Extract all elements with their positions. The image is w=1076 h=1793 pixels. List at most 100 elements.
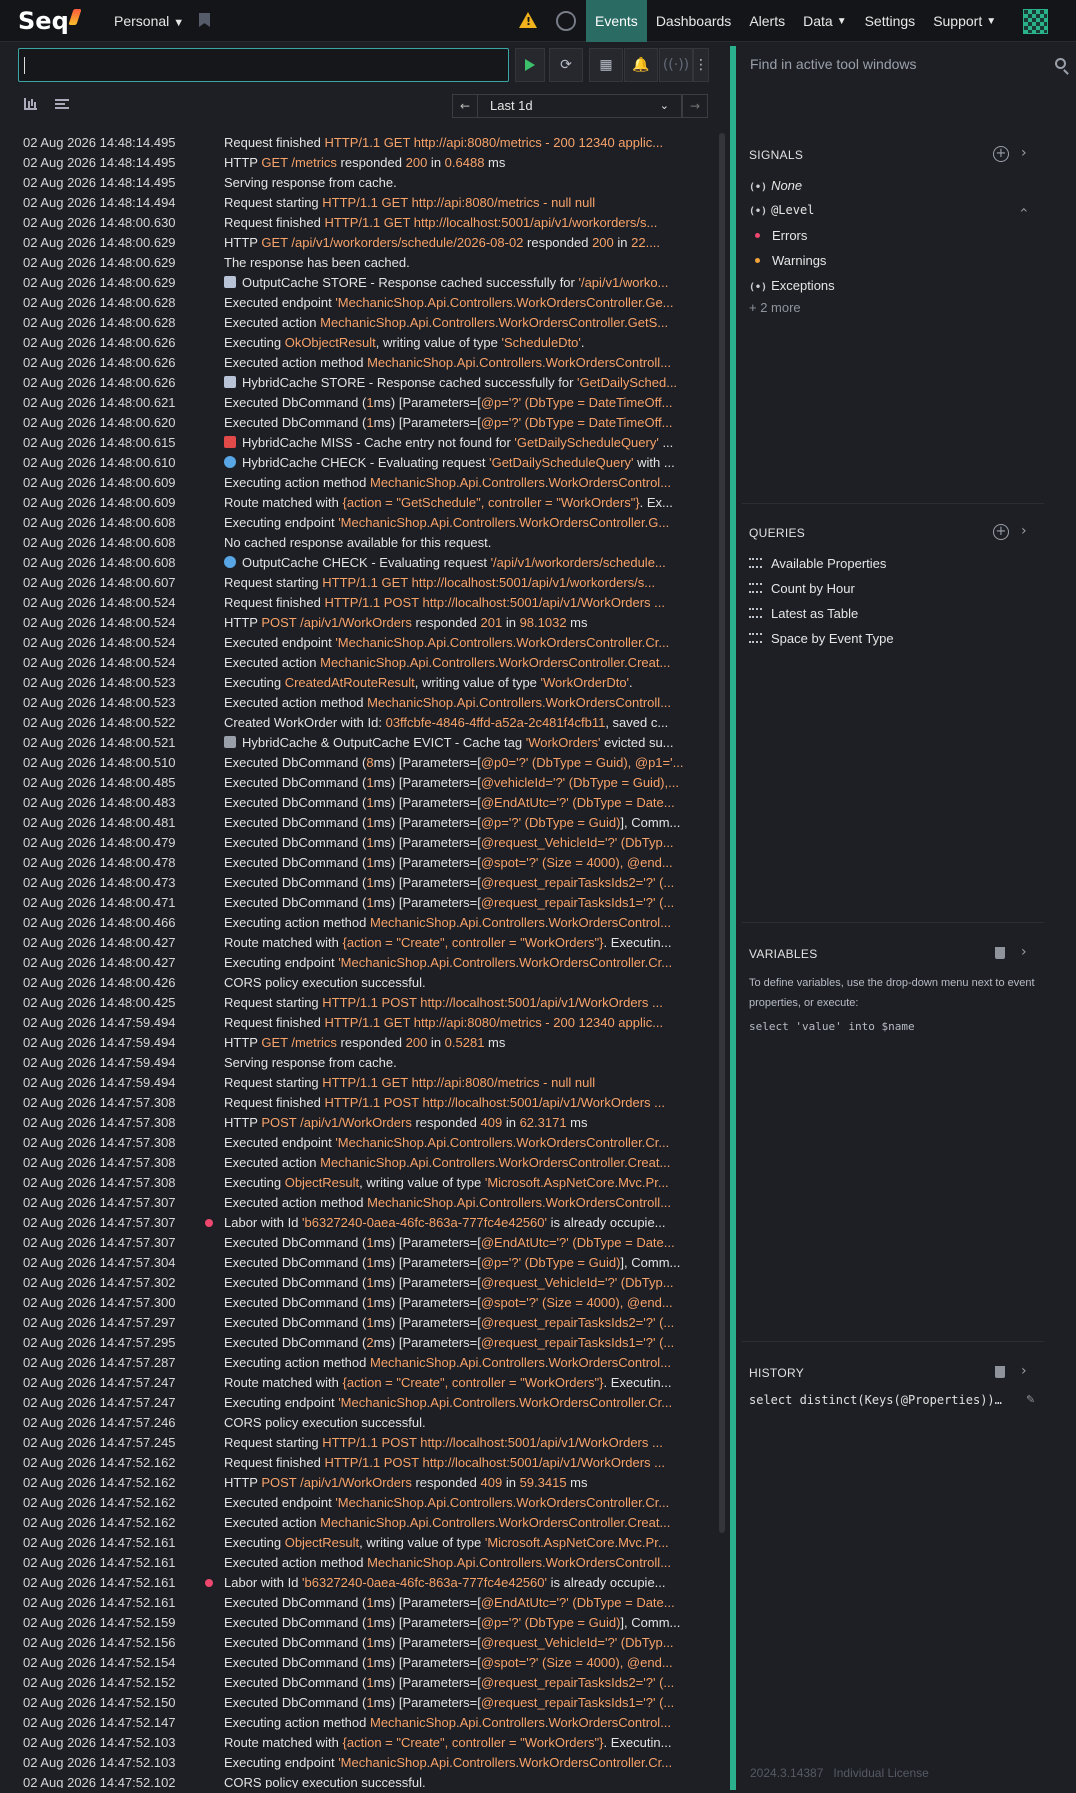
event-row[interactable]: 02 Aug 2026 14:47:57.307 Labor with Id 'b… <box>16 1213 716 1233</box>
event-row[interactable]: 02 Aug 2026 14:48:14.495 Request finished… <box>16 133 716 153</box>
event-row[interactable]: 02 Aug 2026 14:48:00.481 Executed DbComma… <box>16 813 716 833</box>
event-row[interactable]: 02 Aug 2026 14:48:00.524 HTTP POST /api/v… <box>16 613 716 633</box>
event-row[interactable]: 02 Aug 2026 14:47:57.308 Request finished… <box>16 1093 716 1113</box>
event-row[interactable]: 02 Aug 2026 14:48:00.608 OutputCache CHEC… <box>16 553 716 573</box>
event-row[interactable]: 02 Aug 2026 14:48:14.495 HTTP GET /metric… <box>16 153 716 173</box>
event-row[interactable]: 02 Aug 2026 14:48:00.626 Executed action … <box>16 353 716 373</box>
event-row[interactable]: 02 Aug 2026 14:47:57.247 Executing endpoi… <box>16 1393 716 1413</box>
event-row[interactable]: 02 Aug 2026 14:48:00.629 The response has… <box>16 253 716 273</box>
chevron-right-icon[interactable]: › <box>1021 523 1027 539</box>
event-row[interactable]: 02 Aug 2026 14:47:52.103 Executing endpoi… <box>16 1753 716 1773</box>
event-row[interactable]: 02 Aug 2026 14:47:57.308 Executed action … <box>16 1153 716 1173</box>
event-row[interactable]: 02 Aug 2026 14:48:00.524 Executed action … <box>16 653 716 673</box>
event-list-scrollbar[interactable] <box>719 133 725 1533</box>
event-row[interactable]: 02 Aug 2026 14:48:00.608 Executing endpoi… <box>16 513 716 533</box>
event-row[interactable]: 02 Aug 2026 14:48:00.521 HybridCache & Ou… <box>16 733 716 753</box>
nav-alerts[interactable]: Alerts <box>740 0 794 42</box>
event-row[interactable]: 02 Aug 2026 14:47:59.494 Serving response… <box>16 1053 716 1073</box>
chevron-up-icon[interactable]: › <box>1016 207 1032 213</box>
event-row[interactable]: 02 Aug 2026 14:48:00.483 Executed DbComma… <box>16 793 716 813</box>
event-row[interactable]: 02 Aug 2026 14:48:00.466 Executing action… <box>16 913 716 933</box>
event-row[interactable]: 02 Aug 2026 14:48:00.609 Executing action… <box>16 473 716 493</box>
event-row[interactable]: 02 Aug 2026 14:48:14.495 Serving response… <box>16 173 716 193</box>
event-row[interactable]: 02 Aug 2026 14:47:57.245 Request starting… <box>16 1433 716 1453</box>
run-query-button[interactable] <box>515 48 545 82</box>
event-row[interactable]: 02 Aug 2026 14:47:52.147 Executing action… <box>16 1713 716 1733</box>
event-row[interactable]: 02 Aug 2026 14:47:52.162 HTTP POST /api/v… <box>16 1473 716 1493</box>
previous-range-button[interactable]: ← <box>452 94 478 118</box>
event-row[interactable]: 02 Aug 2026 14:48:00.485 Executed DbComma… <box>16 773 716 793</box>
add-alert-button[interactable]: 🔔 <box>624 48 658 82</box>
live-stream-button[interactable]: ((·)) <box>659 48 693 82</box>
warning-icon[interactable] <box>519 12 537 28</box>
bookmark-icon[interactable] <box>199 13 210 27</box>
event-row[interactable]: 02 Aug 2026 14:47:57.308 HTTP POST /api/v… <box>16 1113 716 1133</box>
panel-splitter[interactable] <box>730 46 736 1790</box>
event-row[interactable]: 02 Aug 2026 14:47:57.304 Executed DbComma… <box>16 1253 716 1273</box>
event-row[interactable]: 02 Aug 2026 14:48:00.471 Executed DbComma… <box>16 893 716 913</box>
event-row[interactable]: 02 Aug 2026 14:48:00.478 Executed DbComma… <box>16 853 716 873</box>
event-row[interactable]: 02 Aug 2026 14:48:00.473 Executed DbComma… <box>16 873 716 893</box>
event-row[interactable]: 02 Aug 2026 14:48:00.426 CORS policy exec… <box>16 973 716 993</box>
event-row[interactable]: 02 Aug 2026 14:47:57.247 Route matched wi… <box>16 1373 716 1393</box>
add-query-icon[interactable]: + <box>993 524 1009 540</box>
query-item[interactable]: Count by Hour <box>749 581 855 596</box>
signal-group-level[interactable]: (•) @Level <box>749 203 814 217</box>
event-row[interactable]: 02 Aug 2026 14:47:52.162 Executed endpoin… <box>16 1493 716 1513</box>
event-row[interactable]: 02 Aug 2026 14:48:00.626 Executing OkObje… <box>16 333 716 353</box>
query-item[interactable]: Available Properties <box>749 556 886 571</box>
event-row[interactable]: 02 Aug 2026 14:48:00.621 Executed DbComma… <box>16 393 716 413</box>
event-row[interactable]: 02 Aug 2026 14:47:57.308 Executing Object… <box>16 1173 716 1193</box>
event-row[interactable]: 02 Aug 2026 14:47:57.308 Executed endpoin… <box>16 1133 716 1153</box>
signal-warnings[interactable]: Warnings <box>755 253 826 268</box>
chevron-right-icon[interactable]: › <box>1021 944 1027 960</box>
event-row[interactable]: 02 Aug 2026 14:47:57.302 Executed DbComma… <box>16 1273 716 1293</box>
event-row[interactable]: 02 Aug 2026 14:47:52.156 Executed DbComma… <box>16 1633 716 1653</box>
event-row[interactable]: 02 Aug 2026 14:47:52.162 Request finished… <box>16 1453 716 1473</box>
event-row[interactable]: 02 Aug 2026 14:47:52.161 Executed DbComma… <box>16 1593 716 1613</box>
search-icon[interactable] <box>1055 58 1066 69</box>
event-row[interactable]: 02 Aug 2026 14:48:00.629 HTTP GET /api/v1… <box>16 233 716 253</box>
next-range-button[interactable]: → <box>682 94 708 118</box>
theme-toggle-icon[interactable] <box>556 11 576 31</box>
signal-exceptions[interactable]: (•) Exceptions <box>749 278 835 293</box>
add-to-dashboard-button[interactable]: ▦ <box>589 48 623 82</box>
event-row[interactable]: 02 Aug 2026 14:47:52.161 Labor with Id 'b… <box>16 1573 716 1593</box>
nav-data[interactable]: Data ▼ <box>794 0 855 42</box>
chevron-right-icon[interactable]: › <box>1021 1363 1027 1379</box>
event-row[interactable]: 02 Aug 2026 14:48:00.425 Request starting… <box>16 993 716 1013</box>
more-options-button[interactable]: ⋮ <box>693 48 709 82</box>
event-row[interactable]: 02 Aug 2026 14:48:00.626 HybridCache STOR… <box>16 373 716 393</box>
nav-dashboards[interactable]: Dashboards <box>647 0 741 42</box>
search-query-input[interactable] <box>18 48 509 82</box>
bar-chart-icon[interactable] <box>24 98 37 110</box>
event-row[interactable]: 02 Aug 2026 14:48:00.607 Request starting… <box>16 573 716 593</box>
event-row[interactable]: 02 Aug 2026 14:47:52.150 Executed DbComma… <box>16 1693 716 1713</box>
event-row[interactable]: 02 Aug 2026 14:47:57.307 Executed DbComma… <box>16 1233 716 1253</box>
trash-icon[interactable] <box>995 947 1005 959</box>
trash-icon[interactable] <box>995 1366 1005 1378</box>
pin-icon[interactable]: ✎ <box>1026 1393 1035 1406</box>
event-row[interactable]: 02 Aug 2026 14:47:52.103 Route matched wi… <box>16 1733 716 1753</box>
add-signal-icon[interactable]: + <box>993 146 1009 162</box>
event-row[interactable]: 02 Aug 2026 14:47:59.494 Request starting… <box>16 1073 716 1093</box>
seq-logo[interactable]: Seq <box>18 7 69 35</box>
event-row[interactable]: 02 Aug 2026 14:47:57.300 Executed DbComma… <box>16 1293 716 1313</box>
event-row[interactable]: 02 Aug 2026 14:48:00.615 HybridCache MISS… <box>16 433 716 453</box>
query-item[interactable]: Space by Event Type <box>749 631 894 646</box>
event-row[interactable]: 02 Aug 2026 14:48:00.609 Route matched wi… <box>16 493 716 513</box>
event-row[interactable]: 02 Aug 2026 14:48:00.479 Executed DbComma… <box>16 833 716 853</box>
workspace-selector[interactable]: Personal ▼ <box>114 13 184 29</box>
event-row[interactable]: 02 Aug 2026 14:48:00.629 OutputCache STOR… <box>16 273 716 293</box>
event-row[interactable]: 02 Aug 2026 14:47:57.246 CORS policy exec… <box>16 1413 716 1433</box>
event-row[interactable]: 02 Aug 2026 14:47:52.159 Executed DbComma… <box>16 1613 716 1633</box>
query-item[interactable]: Latest as Table <box>749 606 858 621</box>
history-item[interactable]: select distinct(Keys(@Properties))… <box>749 1393 1019 1407</box>
chevron-right-icon[interactable]: › <box>1021 145 1027 161</box>
event-row[interactable]: 02 Aug 2026 14:47:59.494 Request finished… <box>16 1013 716 1033</box>
event-row[interactable]: 02 Aug 2026 14:47:52.102 CORS policy exec… <box>16 1773 716 1788</box>
list-view-icon[interactable] <box>55 99 69 109</box>
event-row[interactable]: 02 Aug 2026 14:47:57.295 Executed DbComma… <box>16 1333 716 1353</box>
event-row[interactable]: 02 Aug 2026 14:48:00.524 Request finished… <box>16 593 716 613</box>
tail-refresh-button[interactable]: ⟳ <box>549 48 583 82</box>
